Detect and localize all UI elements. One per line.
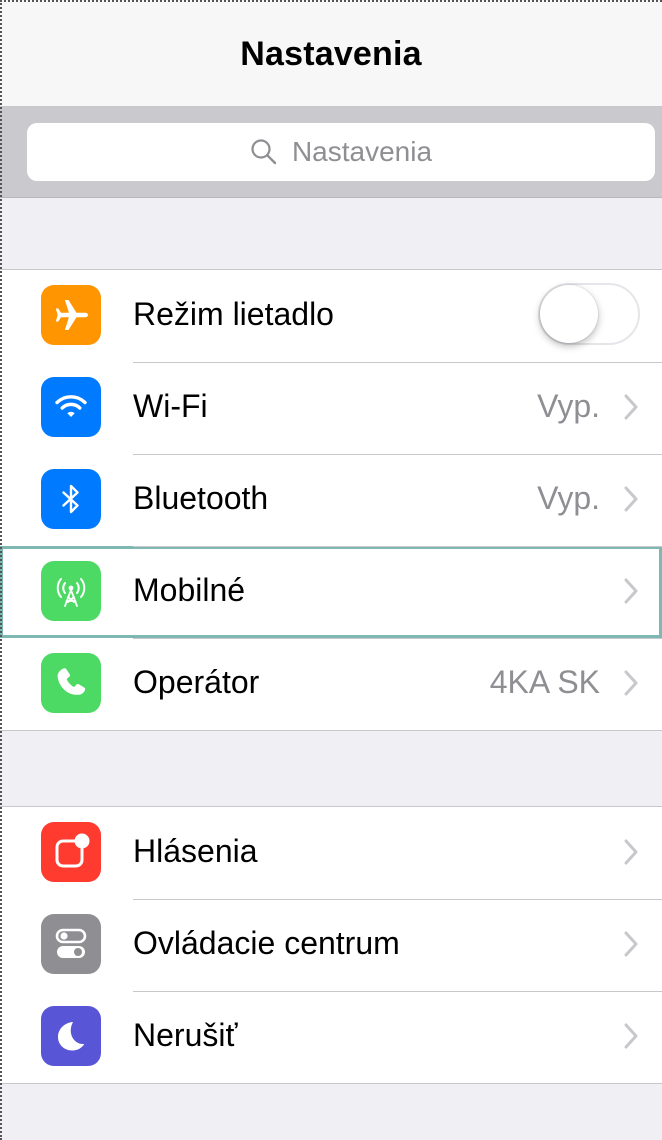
cellular-antenna-icon xyxy=(41,561,101,621)
settings-row-label: Bluetooth xyxy=(133,480,269,516)
settings-row-label: Wi-Fi xyxy=(133,388,208,424)
chevron-right-icon xyxy=(624,486,638,512)
airplane-icon xyxy=(41,285,101,345)
settings-row-bluetooth[interactable]: Bluetooth Vyp. xyxy=(0,454,662,546)
connectivity-group: Režim lietadlo Wi-Fi Vyp. Bluetooth Vyp. xyxy=(0,269,662,731)
notifications-icon xyxy=(41,822,101,882)
settings-row-label: Operátor xyxy=(133,664,260,700)
settings-row-notifications[interactable]: Hlásenia xyxy=(0,807,662,899)
chevron-right-icon xyxy=(624,1023,638,1049)
chevron-right-icon xyxy=(624,670,638,696)
search-icon xyxy=(251,139,277,165)
airplane-mode-toggle[interactable] xyxy=(538,283,640,345)
chevron-right-icon xyxy=(624,578,638,604)
settings-row-cellular[interactable]: Mobilné xyxy=(0,546,662,638)
page-title: Nastavenia xyxy=(240,34,422,73)
settings-row-label: Hlásenia xyxy=(133,833,258,869)
system-group: Hlásenia Ovládacie centrum Nerušiť xyxy=(0,806,662,1084)
chevron-right-icon xyxy=(624,394,638,420)
settings-row-value: 4KA SK xyxy=(489,664,600,700)
chevron-right-icon xyxy=(624,931,638,957)
settings-row-airplane-mode[interactable]: Režim lietadlo xyxy=(0,270,662,362)
chevron-right-icon xyxy=(624,839,638,865)
settings-row-do-not-disturb[interactable]: Nerušiť xyxy=(0,991,662,1083)
settings-row-label: Ovládacie centrum xyxy=(133,925,400,961)
search-field[interactable]: Nastavenia xyxy=(27,123,655,181)
bluetooth-icon xyxy=(41,469,101,529)
toggle-knob xyxy=(540,285,598,343)
phone-icon xyxy=(41,653,101,713)
settings-row-label: Nerušiť xyxy=(133,1017,238,1053)
settings-row-label: Režim lietadlo xyxy=(133,296,334,332)
control-center-icon xyxy=(41,914,101,974)
settings-row-value: Vyp. xyxy=(537,480,600,516)
settings-row-label: Mobilné xyxy=(133,572,246,608)
settings-row-carrier[interactable]: Operátor 4KA SK xyxy=(0,638,662,730)
wifi-icon xyxy=(41,377,101,437)
settings-row-control-center[interactable]: Ovládacie centrum xyxy=(0,899,662,991)
moon-icon xyxy=(41,1006,101,1066)
navigation-bar: Nastavenia xyxy=(0,0,662,107)
settings-row-value: Vyp. xyxy=(537,388,600,424)
search-bar: Nastavenia xyxy=(0,107,662,198)
search-input[interactable]: Nastavenia xyxy=(292,136,432,168)
settings-row-wifi[interactable]: Wi-Fi Vyp. xyxy=(0,362,662,454)
